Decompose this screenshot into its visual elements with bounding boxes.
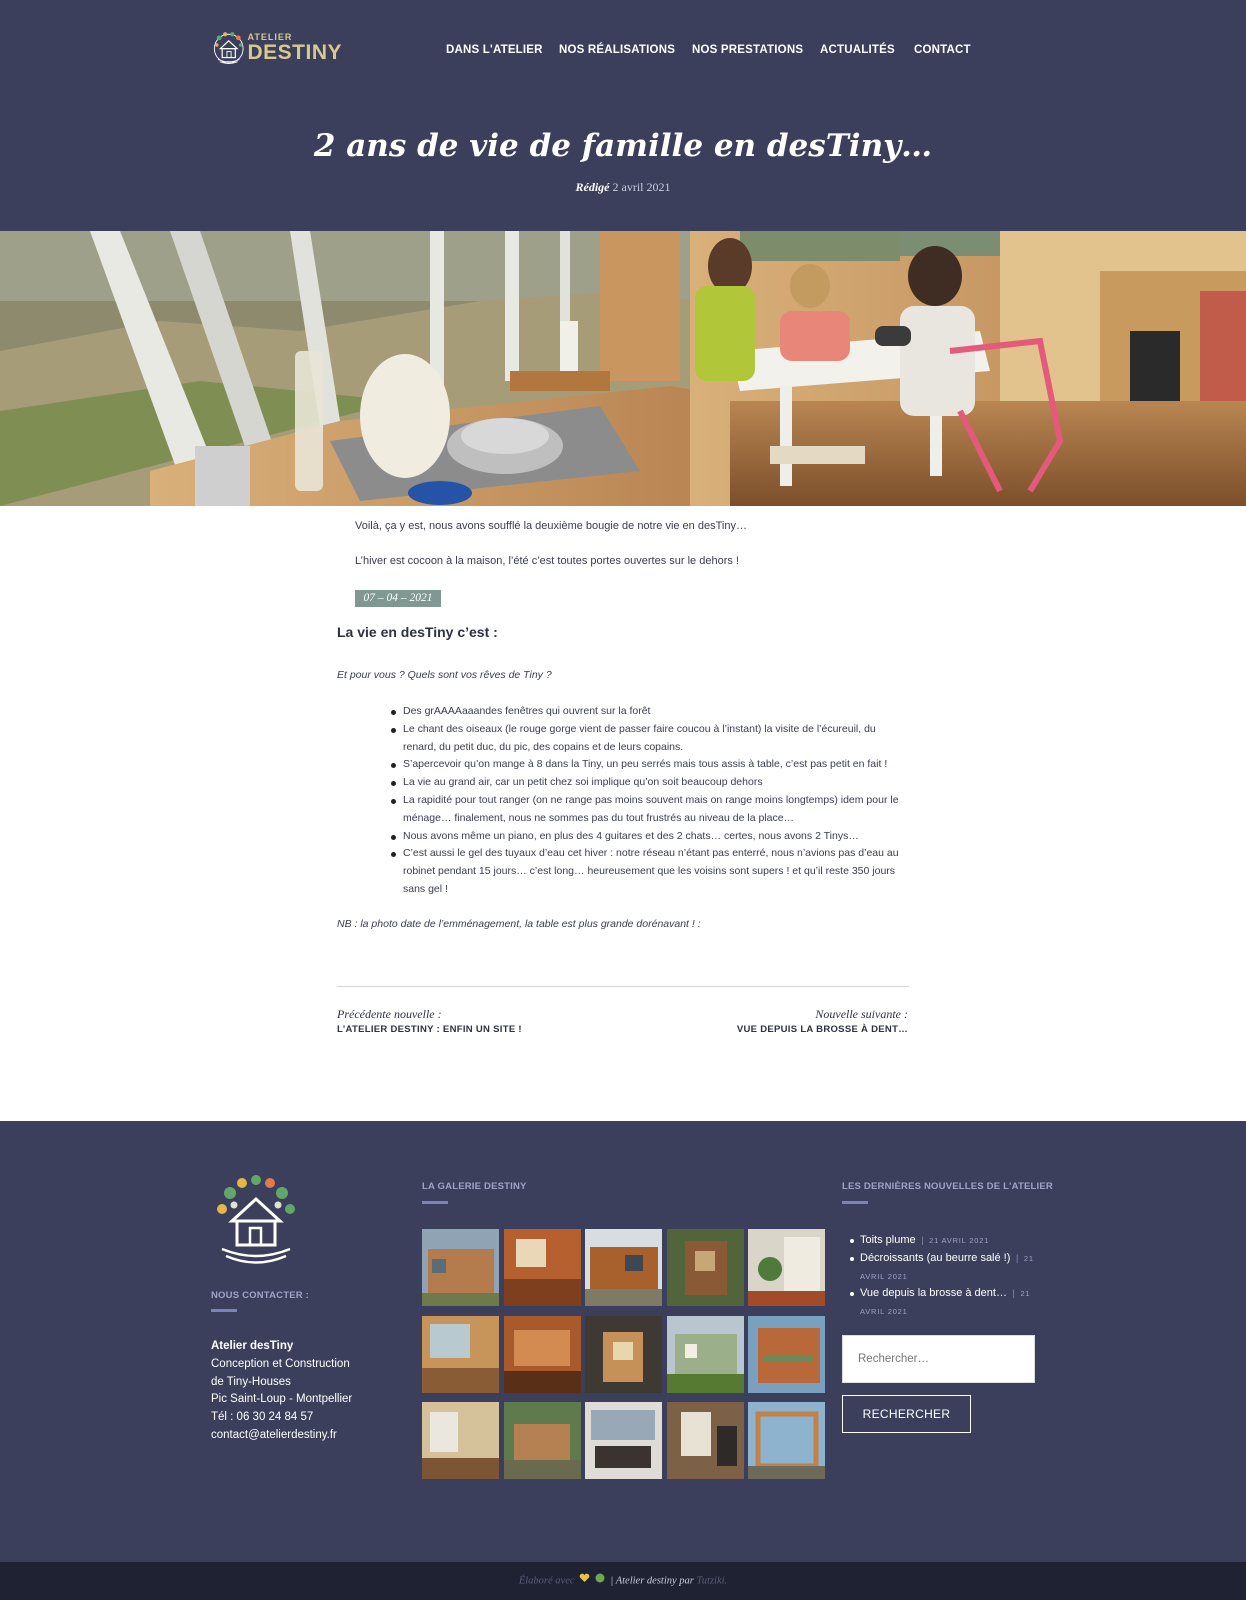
gallery-thumb[interactable] — [503, 1229, 581, 1306]
author-link[interactable]: Tutziki — [697, 1575, 725, 1586]
nav-dans-latelier[interactable]: DANS L'ATELIER — [446, 44, 543, 56]
bottom-bar: Élaboré avec | Atelier destiny par Tutzi… — [0, 1562, 1246, 1600]
prev-post-link[interactable]: L’ATELIER DESTINY : ENFIN UN SITE ! — [337, 1024, 522, 1035]
nav-contact[interactable]: CONTACT — [914, 44, 971, 56]
news-link[interactable]: Toits plume — [860, 1234, 916, 1246]
post-nb: NB : la photo date de l’emménagement, la… — [337, 918, 701, 930]
list-item: Le chant des oiseaux (le rouge gorge vie… — [391, 721, 903, 757]
contact-heading: NOUS CONTACTER : — [211, 1290, 310, 1301]
credit-end: . — [724, 1575, 728, 1587]
leaf-icon — [595, 1562, 605, 1600]
heading-underline — [422, 1201, 448, 1204]
gallery-thumb[interactable] — [666, 1315, 744, 1393]
separator: | — [1013, 1252, 1021, 1263]
post-meta-date: 2 avril 2021 — [612, 180, 671, 194]
contact-phone[interactable]: Tél : 06 30 24 84 57 — [211, 1409, 352, 1427]
nav-nos-realisations[interactable]: NOS RÉALISATIONS — [559, 44, 675, 56]
separator: | — [1010, 1288, 1018, 1299]
list-item: S’apercevoir qu’on mange à 8 dans la Tin… — [391, 756, 903, 774]
gallery-thumb[interactable] — [503, 1402, 581, 1479]
site-header — [0, 0, 1246, 231]
post-intro-2: L’hiver est cocoon à la maison, l’été c’… — [355, 555, 739, 567]
logo-big-text: DESTINY — [247, 41, 342, 64]
post-title: 2 ans de vie de famille en desTiny… — [313, 128, 933, 164]
contact-line: Conception et Construction — [211, 1357, 350, 1370]
gallery-thumb[interactable] — [666, 1229, 744, 1306]
divider — [337, 986, 909, 987]
search-button[interactable]: RECHERCHER — [842, 1395, 971, 1433]
gallery-thumb[interactable] — [748, 1315, 825, 1393]
gallery-thumb[interactable] — [585, 1315, 662, 1393]
gallery-thumb[interactable] — [748, 1402, 825, 1479]
nav-actualites[interactable]: ACTUALITÉS — [820, 44, 895, 56]
house-logo-icon — [217, 1175, 295, 1264]
site-logo[interactable]: ATELIER DESTINY — [212, 19, 342, 77]
news-link[interactable]: Décroissants (au beurre salé !) — [860, 1252, 1010, 1264]
date-badge: 07 – 04 – 2021 — [355, 590, 441, 607]
post-heading: La vie en desTiny c’est : — [337, 624, 498, 640]
prev-post-label: Précédente nouvelle : — [337, 1007, 442, 1021]
separator: | — [918, 1235, 927, 1245]
news-date: 21 AVRIL 2021 — [929, 1236, 990, 1245]
featured-image — [0, 231, 1246, 506]
nav-nos-prestations[interactable]: NOS PRESTATIONS — [692, 44, 803, 56]
post-intro-1: Voilà, ça y est, nous avons soufflé la d… — [355, 520, 747, 532]
news-item: Toits plume | 21 AVRIL 2021 — [850, 1232, 1035, 1250]
credit-text: | Atelier destiny par — [610, 1575, 694, 1587]
contact-line: de Tiny-Houses — [211, 1375, 291, 1388]
gallery-heading: LA GALERIE DESTINY — [422, 1181, 527, 1192]
gallery-thumb[interactable] — [585, 1402, 662, 1479]
contact-line: Pic Saint-Loup - Montpellier — [211, 1393, 353, 1406]
gallery-thumb[interactable] — [422, 1402, 499, 1479]
post-meta: Rédigé 2 avril 2021 — [0, 180, 1246, 195]
house-logo-icon — [213, 32, 244, 64]
gallery-thumb[interactable] — [422, 1229, 499, 1306]
list-item: Nous avons même un piano, en plus des 4 … — [391, 828, 903, 846]
made-with-text: Élaboré avec — [518, 1575, 575, 1587]
heart-icon — [579, 1562, 590, 1600]
next-post-label: Nouvelle suivante : — [815, 1007, 908, 1021]
news-heading: LES DERNIÈRES NOUVELLES DE L'ATELIER — [842, 1181, 1053, 1192]
contact-block: Atelier desTiny Conception et Constructi… — [211, 1338, 352, 1445]
post-list: Des grAAAAaaandes fenêtres qui ouvrent s… — [391, 703, 903, 899]
news-list: Toits plume | 21 AVRIL 2021 Décroissants… — [850, 1232, 1035, 1321]
post-question: Et pour vous ? Quels sont vos rêves de T… — [337, 669, 552, 681]
gallery-thumb[interactable] — [422, 1315, 499, 1393]
gallery-thumb[interactable] — [503, 1315, 581, 1393]
list-item: La vie au grand air, car un petit chez s… — [391, 774, 903, 792]
heading-underline — [842, 1201, 868, 1204]
news-item: Vue depuis la brosse à dent… | 21 AVRIL … — [850, 1285, 1035, 1321]
gallery-thumb[interactable] — [748, 1229, 825, 1306]
heading-underline — [211, 1309, 237, 1312]
list-item: Des grAAAAaaandes fenêtres qui ouvrent s… — [391, 703, 903, 721]
contact-company: Atelier desTiny — [211, 1340, 294, 1352]
search-input[interactable] — [842, 1335, 1035, 1383]
news-link[interactable]: Vue depuis la brosse à dent… — [860, 1287, 1007, 1299]
next-post-link[interactable]: VUE DEPUIS LA BROSSE À DENT… — [737, 1024, 908, 1035]
news-item: Décroissants (au beurre salé !) | 21 AVR… — [850, 1250, 1035, 1286]
gallery-thumb[interactable] — [666, 1402, 744, 1479]
post-meta-label: Rédigé — [575, 180, 610, 194]
list-item: La rapidité pour tout ranger (on ne rang… — [391, 792, 903, 828]
list-item: C’est aussi le gel des tuyaux d’eau cet … — [391, 845, 903, 898]
gallery-thumb[interactable] — [585, 1229, 662, 1306]
contact-email[interactable]: contact@atelierdestiny.fr — [211, 1427, 352, 1445]
gallery-grid — [422, 1229, 825, 1479]
